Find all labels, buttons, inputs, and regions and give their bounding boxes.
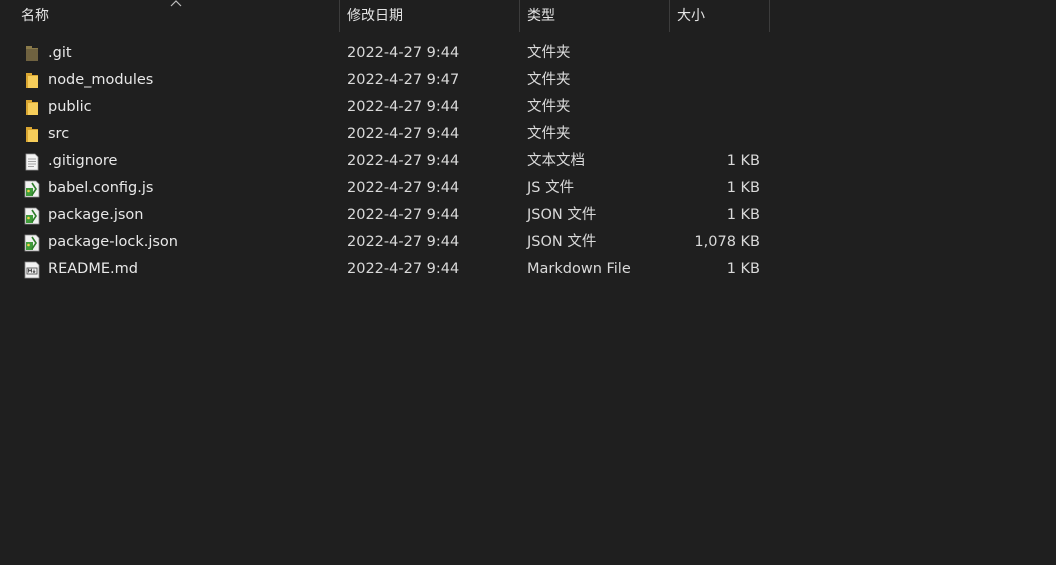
file-row[interactable]: babel.config.js 2022-4-27 9:44 JS 文件 1 K…	[0, 175, 770, 202]
file-row[interactable]: node_modules 2022-4-27 9:47 文件夹	[0, 67, 770, 94]
file-list: .git 2022-4-27 9:44 文件夹 node_modules 202…	[0, 40, 1056, 283]
file-type: JSON 文件	[527, 207, 597, 223]
file-name: public	[48, 99, 92, 115]
file-date: 2022-4-27 9:44	[347, 45, 460, 61]
column-header-type[interactable]: 类型	[520, 0, 670, 32]
sort-up-arrow-icon	[170, 0, 182, 7]
file-size: 1,078 KB	[694, 234, 760, 250]
folder-git-icon	[26, 46, 38, 61]
file-date: 2022-4-27 9:44	[347, 234, 460, 250]
file-row[interactable]: public 2022-4-27 9:44 文件夹	[0, 94, 770, 121]
text-document-icon	[25, 153, 39, 171]
file-type: Markdown File	[527, 261, 631, 277]
file-name: babel.config.js	[48, 180, 154, 196]
file-date: 2022-4-27 9:44	[347, 207, 460, 223]
folder-icon	[26, 127, 38, 142]
column-header-bar: 名称 修改日期 类型 大小	[0, 0, 1056, 32]
file-row[interactable]: src 2022-4-27 9:44 文件夹	[0, 121, 770, 148]
file-size: 1 KB	[726, 207, 760, 223]
file-name: package.json	[48, 207, 144, 223]
file-type: 文件夹	[527, 126, 571, 142]
file-size: 1 KB	[726, 261, 760, 277]
file-explorer: 名称 修改日期 类型 大小 .git 2022-4-27 9:44 文件夹 no…	[0, 0, 1056, 565]
column-header-size[interactable]: 大小	[670, 0, 770, 32]
file-row[interactable]: .gitignore 2022-4-27 9:44 文本文档 1 KB	[0, 148, 770, 175]
file-size: 1 KB	[726, 153, 760, 169]
folder-icon	[26, 73, 38, 88]
file-size: 1 KB	[726, 180, 760, 196]
file-name: package-lock.json	[48, 234, 178, 250]
file-type: 文本文档	[527, 153, 585, 169]
file-name: README.md	[48, 261, 138, 277]
script-file-icon	[24, 180, 40, 198]
file-name: .gitignore	[48, 153, 118, 169]
file-row[interactable]: .git 2022-4-27 9:44 文件夹	[0, 40, 770, 67]
script-file-icon	[24, 234, 40, 252]
file-row[interactable]: README.md 2022-4-27 9:44 Markdown File 1…	[0, 256, 770, 283]
file-date: 2022-4-27 9:44	[347, 99, 460, 115]
file-name: .git	[48, 45, 72, 61]
column-divider[interactable]	[769, 0, 770, 32]
file-type: JS 文件	[527, 180, 575, 196]
file-name: src	[48, 126, 70, 142]
file-type: 文件夹	[527, 72, 571, 88]
file-row[interactable]: package.json 2022-4-27 9:44 JSON 文件 1 KB	[0, 202, 770, 229]
file-type: 文件夹	[527, 45, 571, 61]
column-header-date[interactable]: 修改日期	[340, 0, 520, 32]
file-type: 文件夹	[527, 99, 571, 115]
folder-icon	[26, 100, 38, 115]
file-date: 2022-4-27 9:44	[347, 153, 460, 169]
file-date: 2022-4-27 9:44	[347, 180, 460, 196]
file-name: node_modules	[48, 72, 154, 88]
file-type: JSON 文件	[527, 234, 597, 250]
markdown-file-icon	[24, 261, 40, 279]
file-date: 2022-4-27 9:44	[347, 126, 460, 142]
file-row[interactable]: package-lock.json 2022-4-27 9:44 JSON 文件…	[0, 229, 770, 256]
file-date: 2022-4-27 9:47	[347, 72, 460, 88]
script-file-icon	[24, 207, 40, 225]
file-date: 2022-4-27 9:44	[347, 261, 460, 277]
